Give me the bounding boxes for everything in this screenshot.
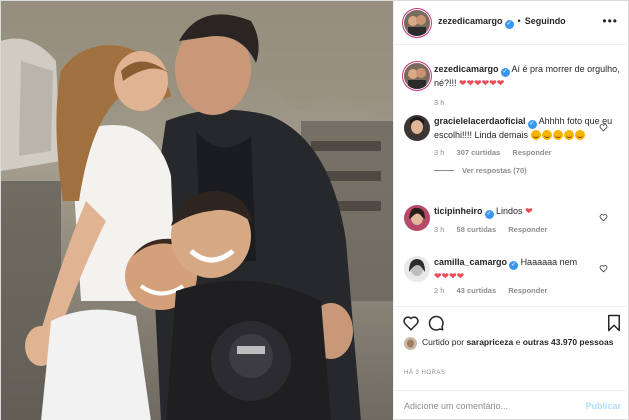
verified-badge-icon: ✓ [527, 120, 537, 129]
heart-icon[interactable] [402, 314, 420, 332]
verified-badge-icon: ✓ [504, 20, 514, 29]
reply-button[interactable]: Responder [508, 286, 547, 295]
comment-item: gracielelacerdaoficial ✓ Ahhhh foto que e… [404, 115, 624, 175]
author-avatar[interactable] [404, 9, 430, 36]
caption-hearts: ❤❤❤❤❤❤ [459, 78, 505, 88]
family-photo-image [1, 1, 393, 420]
following-button[interactable]: Seguindo [525, 16, 566, 26]
commenter-username[interactable]: camilla_camargo [434, 257, 507, 267]
liked-by-others[interactable]: outras 43.970 pessoas [523, 337, 614, 347]
liked-by-connector: e [515, 337, 521, 347]
comment-item: camilla_camargo ✓ Haaaaaa nem ❤❤❤❤ 2 h 43… [404, 256, 624, 295]
commenter-username[interactable]: ticipinheiro [434, 206, 483, 216]
post-actions-bar [394, 306, 629, 336]
commenter-username[interactable]: gracielelacerdaoficial [434, 116, 526, 126]
heart-icon[interactable] [599, 213, 608, 222]
more-options-icon[interactable]: ••• [602, 15, 618, 27]
caption-age[interactable]: 3 h [434, 98, 444, 107]
likes-summary: Curtido por sarapriceza e outras 43.970 … [404, 336, 624, 350]
comment-hearts: ❤ [525, 206, 533, 216]
comment-age[interactable]: 3 h [434, 225, 444, 234]
liker-avatar[interactable] [404, 337, 417, 350]
reply-button[interactable]: Responder [512, 148, 551, 157]
comment-hearts: ❤❤❤❤ [434, 271, 465, 281]
instagram-post: zezedicamargo ✓ • Seguindo ••• zezedicamarg… [0, 0, 629, 420]
comment-likes[interactable]: 43 curtidas [457, 286, 497, 295]
view-replies-label: Ver respostas (70) [462, 166, 527, 175]
comment-item: ticipinheiro ✓ Lindos ❤ 3 h 58 curtidas R… [404, 205, 624, 234]
comment-input[interactable] [404, 401, 586, 411]
heart-icon[interactable] [599, 264, 608, 273]
post-header: zezedicamargo ✓ • Seguindo ••• [394, 1, 629, 45]
comments-list: zezedicamargo ✓ Aí é pra morrer de orgulh… [394, 53, 629, 305]
comment-text: Lindos [496, 206, 523, 216]
separator-dot: • [517, 16, 521, 26]
caption-username[interactable]: zezedicamargo [434, 64, 499, 74]
caption: zezedicamargo ✓ Aí é pra morrer de orgulh… [404, 63, 624, 107]
post-photo[interactable] [1, 1, 393, 420]
verified-badge-icon: ✓ [500, 68, 510, 77]
comment-likes[interactable]: 307 curtidas [457, 148, 501, 157]
view-replies-button[interactable]: Ver respostas (70) [434, 166, 624, 175]
replies-divider [434, 170, 454, 171]
bookmark-icon[interactable] [606, 314, 622, 332]
comment-age[interactable]: 3 h [434, 148, 444, 157]
post-timestamp[interactable]: HÁ 3 HORAS [404, 370, 445, 376]
reply-button[interactable]: Responder [508, 225, 547, 234]
comment-text: Haaaaaa nem [520, 257, 578, 267]
author-username[interactable]: zezedicamargo [438, 16, 503, 26]
post-side-panel: zezedicamargo ✓ • Seguindo ••• zezedicamarg… [393, 1, 629, 420]
liked-by-user[interactable]: sarapriceza [466, 337, 513, 347]
comment-age[interactable]: 2 h [434, 286, 444, 295]
emoji-faces [530, 130, 586, 140]
verified-badge-icon: ✓ [484, 210, 494, 219]
caption-avatar[interactable] [404, 63, 430, 89]
liked-by-prefix: Curtido por [422, 337, 465, 347]
commenter-avatar[interactable] [404, 205, 430, 231]
publish-button[interactable]: Publicar [585, 401, 621, 411]
commenter-avatar[interactable] [404, 115, 430, 141]
verified-badge-icon: ✓ [509, 261, 519, 270]
comment-icon[interactable] [427, 314, 445, 332]
commenter-avatar[interactable] [404, 256, 430, 282]
heart-icon[interactable] [599, 123, 608, 132]
comment-composer: Publicar [394, 390, 629, 420]
comment-likes[interactable]: 58 curtidas [457, 225, 497, 234]
